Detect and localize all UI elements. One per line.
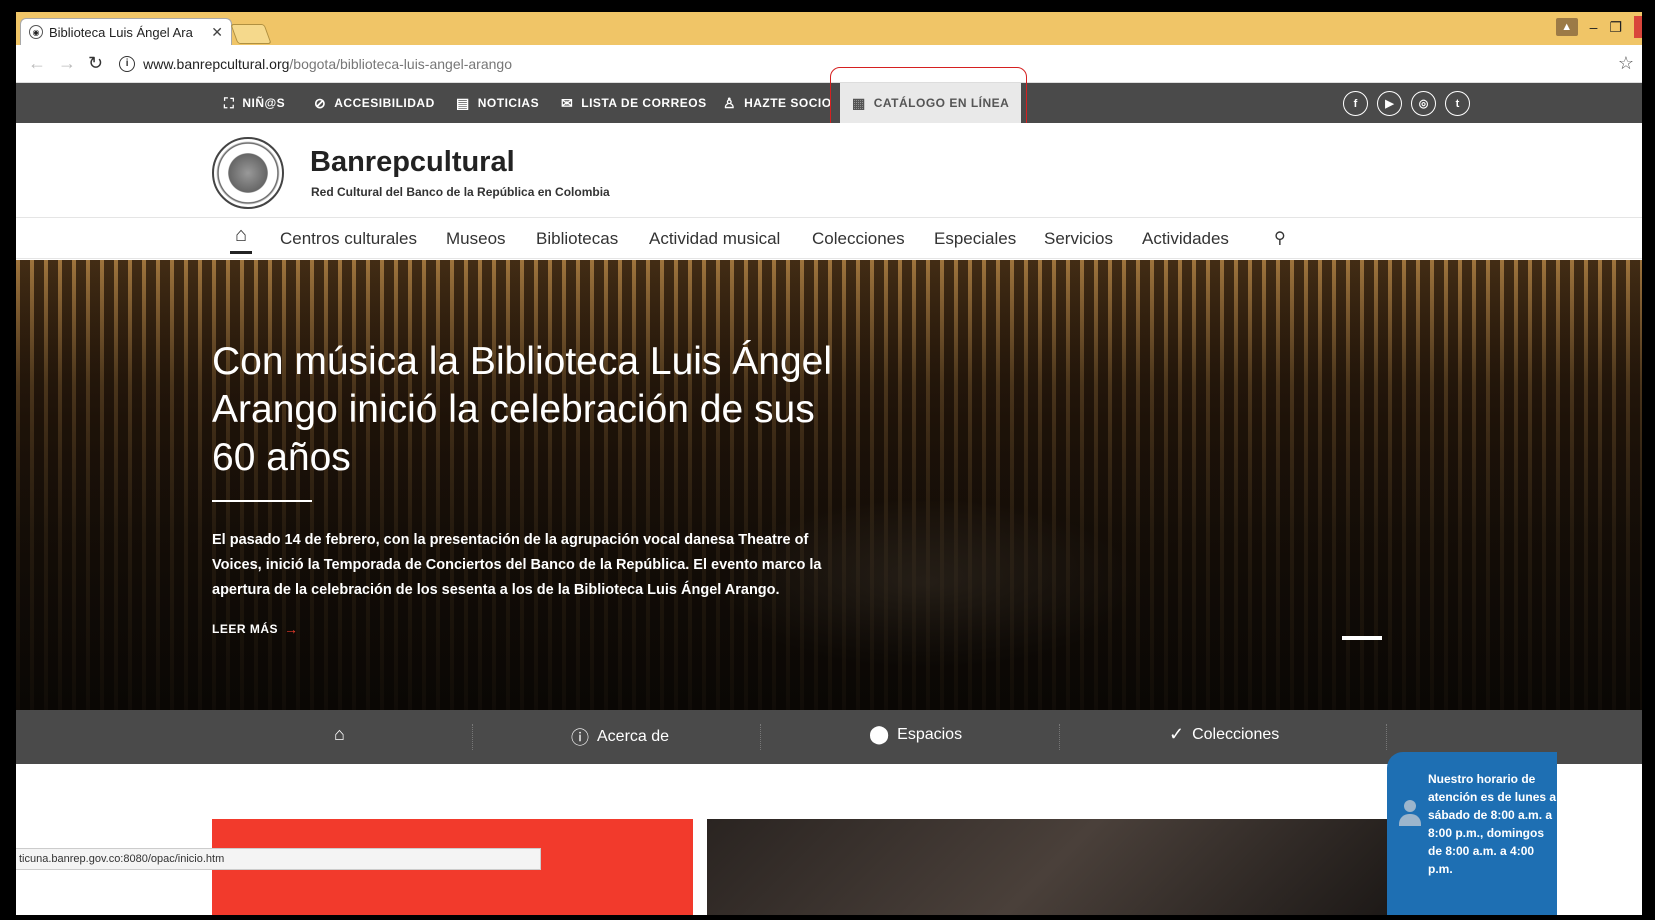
hours-chat-widget[interactable]: Nuestro horario de atención es de lunes … (1387, 752, 1557, 915)
person-icon (1399, 800, 1421, 826)
section-divider (472, 724, 473, 750)
new-tab-button[interactable] (230, 24, 272, 44)
nav-actividad-musical[interactable]: Actividad musical (649, 229, 780, 249)
tab-title: Biblioteca Luis Ángel Ara (49, 24, 193, 40)
util-noticias-link[interactable]: ▤ NOTICIAS (456, 83, 539, 123)
hero-content: Con música la Biblioteca Luis Ángel Aran… (212, 338, 832, 637)
banco-seal-logo[interactable] (212, 137, 284, 209)
section-divider (1059, 724, 1060, 750)
instagram-icon[interactable]: ◎ (1411, 91, 1436, 116)
hours-text: Nuestro horario de atención es de lunes … (1428, 772, 1557, 876)
section-acerca-label: Acerca de (597, 728, 670, 745)
address-bar: ← → ↻ i www.banrepcultural.org/bogota/bi… (16, 45, 1642, 83)
brand-name[interactable]: Banrepcultural (310, 146, 515, 179)
children-icon: ⛶ (224, 94, 235, 111)
forward-arrow-icon[interactable]: → (58, 53, 76, 74)
home-icon[interactable]: ⌂ (230, 224, 252, 254)
hero-title[interactable]: Con música la Biblioteca Luis Ángel Aran… (212, 338, 832, 482)
section-espacios-link[interactable]: ⬤ Espacios (869, 724, 962, 745)
read-more-link[interactable]: LEER MÁS → (212, 621, 832, 637)
hero-text: El pasado 14 de febrero, con la presenta… (212, 532, 822, 598)
brand-subtitle: Red Cultural del Banco de la República e… (311, 185, 610, 199)
util-ninos-label: NIÑ@S (242, 96, 286, 110)
browser-tab[interactable]: ◉ Biblioteca Luis Ángel Ara ✕ (20, 18, 232, 45)
location-pin-icon: ⬤ (869, 724, 890, 744)
brand-header: Banrepcultural Red Cultural del Banco de… (16, 123, 1642, 218)
slider-indicator[interactable] (1342, 636, 1382, 640)
favicon-icon: ◉ (29, 25, 43, 39)
url-field[interactable]: www.banrepcultural.org/bogota/biblioteca… (143, 56, 512, 72)
util-correos-link[interactable]: ✉ LISTA DE CORREOS (561, 83, 707, 123)
bookmark-star-icon[interactable]: ☆ (1618, 53, 1634, 74)
arrow-right-icon: → (284, 621, 299, 637)
section-colecciones-label: Colecciones (1192, 725, 1280, 743)
reload-icon[interactable]: ↻ (88, 53, 103, 74)
checkmark-icon: ✓ (1169, 724, 1185, 744)
restore-icon[interactable]: ❐ (1609, 19, 1622, 36)
section-divider (760, 724, 761, 750)
util-socio-label: HAZTE SOCIO (744, 96, 832, 110)
user-icon: ♙ (723, 94, 737, 111)
section-divider (1386, 724, 1387, 750)
util-noticias-label: NOTICIAS (477, 96, 540, 110)
utility-bar: ⛶ NIÑ@S ⊘ ACCESIBILIDAD ▤ NOTICIAS ✉ LIS… (16, 83, 1642, 123)
hero-divider (212, 500, 312, 502)
nav-especiales[interactable]: Especiales (934, 229, 1016, 249)
util-accesibilidad-link[interactable]: ⊘ ACCESIBILIDAD (314, 83, 435, 123)
nav-centros-culturales[interactable]: Centros culturales (280, 229, 417, 249)
main-nav: ⌂ Centros culturales Museos Bibliotecas … (16, 218, 1642, 259)
facebook-icon[interactable]: f (1343, 91, 1368, 116)
youtube-icon[interactable]: ▶ (1377, 91, 1402, 116)
nav-bibliotecas[interactable]: Bibliotecas (536, 229, 618, 249)
util-correos-label: LISTA DE CORREOS (581, 96, 707, 110)
window-controls: ▲ – ❐ (1555, 16, 1642, 38)
tab-strip: ◉ Biblioteca Luis Ángel Ara ✕ ▲ – ❐ (16, 12, 1642, 45)
site-info-icon[interactable]: i (119, 55, 136, 72)
close-window-icon[interactable] (1634, 16, 1642, 38)
url-domain: www.banrepcultural.org (143, 55, 290, 72)
search-icon[interactable]: ⚲ (1274, 228, 1286, 248)
section-home-link[interactable]: ⌂ (334, 724, 353, 745)
mail-icon: ✉ (561, 94, 574, 111)
browser-window: ◉ Biblioteca Luis Ángel Ara ✕ ▲ – ❐ ← → … (16, 12, 1642, 915)
section-espacios-label: Espacios (897, 725, 963, 743)
section-acerca-link[interactable]: ⓘ Acerca de (571, 724, 669, 750)
twitter-icon[interactable]: t (1445, 91, 1470, 116)
util-accesibilidad-label: ACCESIBILIDAD (334, 96, 435, 110)
info-icon: ⓘ (571, 728, 589, 748)
status-bar-url: ticuna.banrep.gov.co:8080/opac/inicio.ht… (16, 848, 541, 870)
feature-card-image[interactable] (707, 819, 1397, 915)
close-tab-icon[interactable]: ✕ (211, 24, 223, 41)
back-arrow-icon[interactable]: ← (28, 53, 46, 74)
home-icon: ⌂ (334, 724, 345, 744)
nav-colecciones[interactable]: Colecciones (812, 229, 905, 249)
hero-banner: Con música la Biblioteca Luis Ángel Aran… (16, 260, 1642, 710)
minimize-icon[interactable]: – (1590, 19, 1598, 35)
nav-museos[interactable]: Museos (446, 229, 506, 249)
social-links: f ▶ ◎ t (1343, 91, 1470, 116)
util-ninos-link[interactable]: ⛶ NIÑ@S (224, 83, 285, 123)
news-icon: ▤ (456, 94, 470, 111)
accessibility-icon: ⊘ (314, 94, 327, 111)
nav-servicios[interactable]: Servicios (1044, 229, 1113, 249)
util-socio-link[interactable]: ♙ HAZTE SOCIO (723, 83, 832, 123)
nav-actividades[interactable]: Actividades (1142, 229, 1229, 249)
url-path: /bogota/biblioteca-luis-angel-arango (289, 55, 512, 72)
read-more-label: LEER MÁS (212, 622, 279, 636)
section-colecciones-link[interactable]: ✓ Colecciones (1169, 724, 1279, 745)
profile-icon[interactable]: ▲ (1555, 18, 1578, 36)
